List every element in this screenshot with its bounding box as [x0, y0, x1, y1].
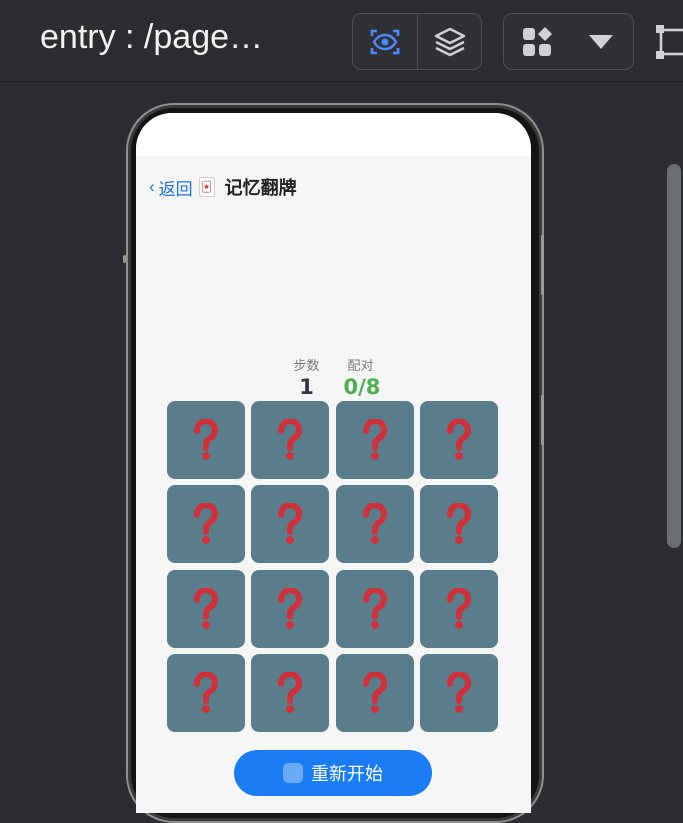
eye-scan-icon [370, 29, 400, 54]
crop-frame-icon[interactable] [655, 24, 683, 60]
memory-card[interactable] [419, 569, 498, 648]
question-mark-icon [362, 503, 387, 545]
pairs-value: 0/8 [343, 375, 381, 399]
question-mark-icon [194, 503, 219, 545]
memory-card[interactable] [335, 569, 414, 648]
preview-toolbar: entry : /page… [0, 0, 683, 82]
restart-icon [283, 763, 303, 783]
triangle-down-icon [589, 34, 613, 49]
preview-scrollbar[interactable] [667, 164, 681, 548]
phone-screen: ‹ 返回 🃏 记忆翻牌 步数 1 配对 0/8 重新开始 [136, 113, 531, 813]
memory-card[interactable] [167, 569, 245, 648]
steps-value: 1 [299, 375, 314, 399]
memory-card[interactable] [251, 653, 330, 732]
question-mark-icon [362, 419, 387, 460]
memory-card[interactable] [419, 401, 498, 479]
layers-button[interactable] [417, 14, 481, 69]
question-mark-icon [194, 587, 219, 629]
memory-card[interactable] [335, 485, 414, 564]
pairs-stat: 配对 0/8 [343, 355, 381, 399]
joker-card-icon: 🃏 [198, 177, 215, 197]
view-mode-group [352, 13, 482, 70]
question-mark-icon [446, 587, 471, 629]
memory-card[interactable] [167, 401, 245, 479]
restart-button[interactable]: 重新开始 [234, 750, 432, 796]
component-dropdown-button[interactable] [570, 14, 632, 69]
steps-stat: 步数 1 [290, 355, 324, 399]
component-menu-group [503, 13, 634, 70]
preview-toggle-button[interactable] [353, 14, 417, 69]
nav-bar: ‹ 返回 🃏 记忆翻牌 [149, 174, 297, 200]
memory-card[interactable] [251, 401, 330, 479]
steps-label: 步数 [293, 359, 320, 374]
question-mark-icon [278, 587, 303, 629]
status-bar [136, 113, 531, 156]
question-mark-icon [446, 671, 471, 713]
memory-game-page: ‹ 返回 🃏 记忆翻牌 步数 1 配对 0/8 重新开始 [136, 156, 531, 813]
page-title: 记忆翻牌 [224, 178, 297, 199]
question-mark-icon [278, 503, 303, 545]
phone-side-button [541, 235, 544, 295]
question-mark-icon [446, 419, 471, 460]
question-mark-icon [362, 587, 387, 629]
components-button[interactable] [504, 14, 570, 69]
memory-card[interactable] [419, 653, 498, 732]
memory-card[interactable] [251, 569, 330, 648]
question-mark-icon [278, 671, 303, 713]
memory-card[interactable] [167, 485, 245, 564]
memory-card[interactable] [167, 653, 245, 732]
restart-label: 重新开始 [311, 764, 383, 785]
card-grid [167, 401, 498, 732]
memory-card[interactable] [419, 485, 498, 564]
layers-icon [434, 27, 465, 56]
components-icon [523, 26, 552, 56]
back-button[interactable]: ‹ 返回 [149, 175, 193, 200]
question-mark-icon [194, 419, 219, 460]
memory-card[interactable] [335, 653, 414, 732]
memory-card[interactable] [335, 401, 414, 479]
question-mark-icon [446, 503, 471, 545]
question-mark-icon [278, 419, 303, 460]
back-label: 返回 [158, 179, 193, 199]
phone-side-button [123, 255, 126, 263]
game-stats: 步数 1 配对 0/8 [136, 355, 531, 399]
chevron-left-icon: ‹ [149, 177, 155, 196]
pairs-label: 配对 [347, 359, 374, 374]
question-mark-icon [194, 671, 219, 713]
memory-card[interactable] [251, 485, 330, 564]
page-route-title[interactable]: entry : /page… [40, 18, 263, 57]
phone-side-button [541, 395, 544, 445]
question-mark-icon [362, 671, 387, 713]
